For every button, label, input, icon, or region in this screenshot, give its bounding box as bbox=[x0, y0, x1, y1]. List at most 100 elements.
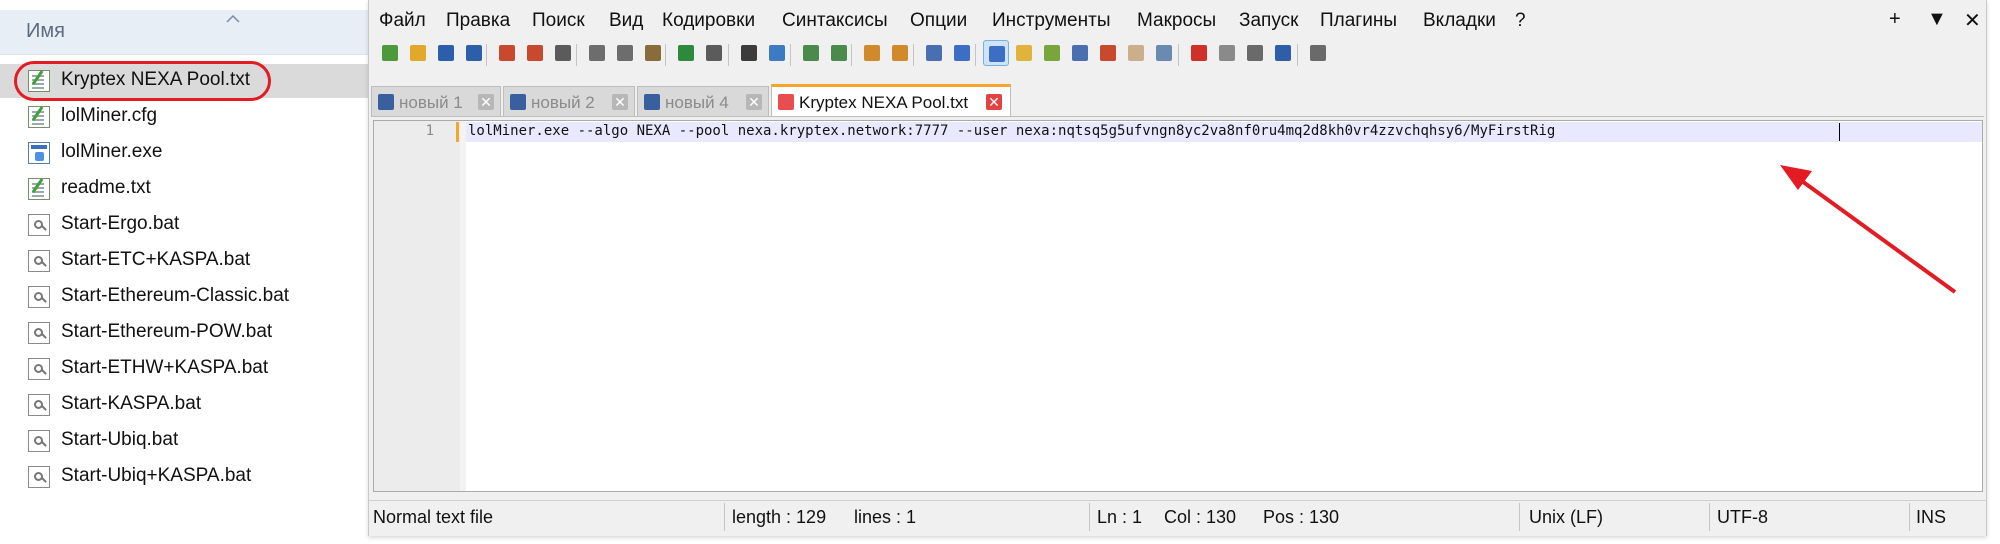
file-name: Start-Ubiq+KASPA.bat bbox=[61, 465, 252, 486]
menu-tools[interactable]: Инструменты bbox=[992, 10, 1110, 32]
doc-map-button[interactable] bbox=[1039, 40, 1065, 66]
menu-file[interactable]: Файл bbox=[379, 10, 426, 32]
menu-plugins[interactable]: Плагины bbox=[1320, 10, 1397, 32]
tab-close-icon[interactable]: ✕ bbox=[986, 94, 1002, 110]
redo-button[interactable] bbox=[701, 40, 727, 66]
run-macro-multiple-button[interactable] bbox=[1270, 40, 1296, 66]
doc-list-button[interactable] bbox=[1067, 40, 1093, 66]
menu-help[interactable]: ? bbox=[1515, 10, 1526, 32]
file-item[interactable]: Start-Ethereum-Classic.bat bbox=[0, 280, 370, 314]
status-divider bbox=[724, 503, 725, 531]
line-number: 1 bbox=[425, 123, 434, 139]
sync-horizontal-button[interactable] bbox=[887, 40, 913, 66]
udl-button[interactable] bbox=[1011, 40, 1037, 66]
tab-close-icon[interactable]: ✕ bbox=[612, 94, 628, 110]
file-item[interactable]: lolMiner.cfg bbox=[0, 100, 370, 134]
file-item[interactable]: Start-Ergo.bat bbox=[0, 208, 370, 242]
copy-button[interactable] bbox=[612, 40, 638, 66]
menu-view[interactable]: Вид bbox=[609, 10, 643, 32]
menu-search[interactable]: Поиск bbox=[532, 10, 585, 32]
indent-guide-icon bbox=[989, 46, 1005, 62]
stop-macro-button[interactable] bbox=[1214, 40, 1240, 66]
file-item[interactable]: Start-KASPA.bat bbox=[0, 388, 370, 422]
tab-close-icon[interactable]: ✕ bbox=[478, 94, 494, 110]
open-file-icon bbox=[410, 45, 426, 61]
save-macro-button[interactable] bbox=[1305, 40, 1331, 66]
text-editor[interactable]: 1 lolMiner.exe --algo NEXA --pool nexa.k… bbox=[373, 120, 1983, 492]
tab-kryptex-nexa-pool[interactable]: Kryptex NEXA Pool.txt ✕ bbox=[771, 84, 1011, 116]
word-wrap-button[interactable] bbox=[921, 40, 947, 66]
menu-settings[interactable]: Опции bbox=[910, 10, 967, 32]
tab-new-1[interactable]: новый 1 ✕ bbox=[371, 86, 501, 116]
monitoring-button[interactable] bbox=[1151, 40, 1177, 66]
new-tab-button[interactable]: + bbox=[1889, 8, 1901, 31]
replace-icon bbox=[769, 45, 785, 61]
tab-list-button[interactable]: ▼ bbox=[1927, 8, 1947, 31]
doc-list-icon bbox=[1072, 45, 1088, 61]
folder-workspace-button[interactable] bbox=[1123, 40, 1149, 66]
function-list-button[interactable] bbox=[1095, 40, 1121, 66]
file-item[interactable]: Start-ETHW+KASPA.bat bbox=[0, 352, 370, 386]
file-item[interactable]: readme.txt bbox=[0, 172, 370, 206]
batch-file-icon bbox=[28, 358, 50, 380]
open-file-button[interactable] bbox=[405, 40, 431, 66]
undo-button[interactable] bbox=[673, 40, 699, 66]
new-file-button[interactable] bbox=[377, 40, 403, 66]
file-item[interactable]: Start-Ubiq.bat bbox=[0, 424, 370, 458]
file-name: Start-KASPA.bat bbox=[61, 393, 202, 414]
status-col: Col : 130 bbox=[1164, 507, 1237, 527]
print-button[interactable] bbox=[550, 40, 576, 66]
save-all-button[interactable] bbox=[461, 40, 487, 66]
menu-edit[interactable]: Правка bbox=[446, 10, 510, 32]
file-name: Start-Ergo.bat bbox=[61, 213, 180, 234]
redo-icon bbox=[706, 45, 722, 61]
indent-guide-button[interactable] bbox=[983, 40, 1009, 66]
paste-button[interactable] bbox=[640, 40, 666, 66]
notepad-plus-plus-window: Файл Правка Поиск Вид Кодировки Синтакси… bbox=[368, 0, 1987, 536]
sync-vertical-button[interactable] bbox=[859, 40, 885, 66]
toolbar bbox=[369, 36, 1986, 74]
sync-vertical-icon bbox=[864, 45, 880, 61]
save-button[interactable] bbox=[433, 40, 459, 66]
batch-file-icon bbox=[28, 430, 50, 452]
status-divider bbox=[1089, 503, 1090, 531]
editor-line[interactable]: lolMiner.exe --algo NEXA --pool nexa.kry… bbox=[468, 123, 1555, 139]
run-macro-multiple-icon bbox=[1275, 45, 1291, 61]
menu-window[interactable]: Вкладки bbox=[1423, 10, 1496, 32]
status-encoding[interactable]: UTF-8 bbox=[1717, 507, 1768, 528]
menu-macro[interactable]: Макросы bbox=[1137, 10, 1216, 32]
status-insert-mode[interactable]: INS bbox=[1916, 507, 1946, 528]
close-all-button[interactable] bbox=[522, 40, 548, 66]
toolbar-separator bbox=[486, 44, 487, 66]
file-item[interactable]: Start-Ethereum-POW.bat bbox=[0, 316, 370, 350]
tab-new-4[interactable]: новый 4 ✕ bbox=[637, 86, 769, 116]
status-eol[interactable]: Unix (LF) bbox=[1529, 507, 1603, 528]
record-macro-button[interactable] bbox=[1186, 40, 1212, 66]
play-macro-button[interactable] bbox=[1242, 40, 1268, 66]
menu-bar: Файл Правка Поиск Вид Кодировки Синтакси… bbox=[369, 6, 1986, 36]
zoom-in-button[interactable] bbox=[798, 40, 824, 66]
menu-run[interactable]: Запуск bbox=[1239, 10, 1298, 32]
status-divider bbox=[1709, 503, 1710, 531]
name-column-header[interactable]: Имя bbox=[0, 10, 370, 55]
replace-button[interactable] bbox=[764, 40, 790, 66]
menu-language[interactable]: Синтаксисы bbox=[782, 10, 888, 32]
tab-new-2[interactable]: новый 2 ✕ bbox=[503, 86, 635, 116]
find-button[interactable] bbox=[736, 40, 762, 66]
menu-encoding[interactable]: Кодировки bbox=[662, 10, 755, 32]
tab-close-icon[interactable]: ✕ bbox=[746, 94, 762, 110]
file-item[interactable]: Start-Ubiq+KASPA.bat bbox=[0, 460, 370, 494]
cut-button[interactable] bbox=[584, 40, 610, 66]
close-button[interactable] bbox=[494, 40, 520, 66]
paste-icon bbox=[645, 45, 661, 61]
batch-file-icon bbox=[28, 286, 50, 308]
fold-margin bbox=[460, 121, 466, 491]
copy-icon bbox=[617, 45, 633, 61]
file-name: Start-ETHW+KASPA.bat bbox=[61, 357, 269, 378]
file-item[interactable]: Start-ETC+KASPA.bat bbox=[0, 244, 370, 278]
show-all-chars-button[interactable] bbox=[949, 40, 975, 66]
unsaved-file-icon bbox=[778, 94, 794, 110]
close-document-button[interactable]: ✕ bbox=[1964, 8, 1981, 33]
zoom-out-button[interactable] bbox=[826, 40, 852, 66]
file-item[interactable]: lolMiner.exe bbox=[0, 136, 370, 170]
